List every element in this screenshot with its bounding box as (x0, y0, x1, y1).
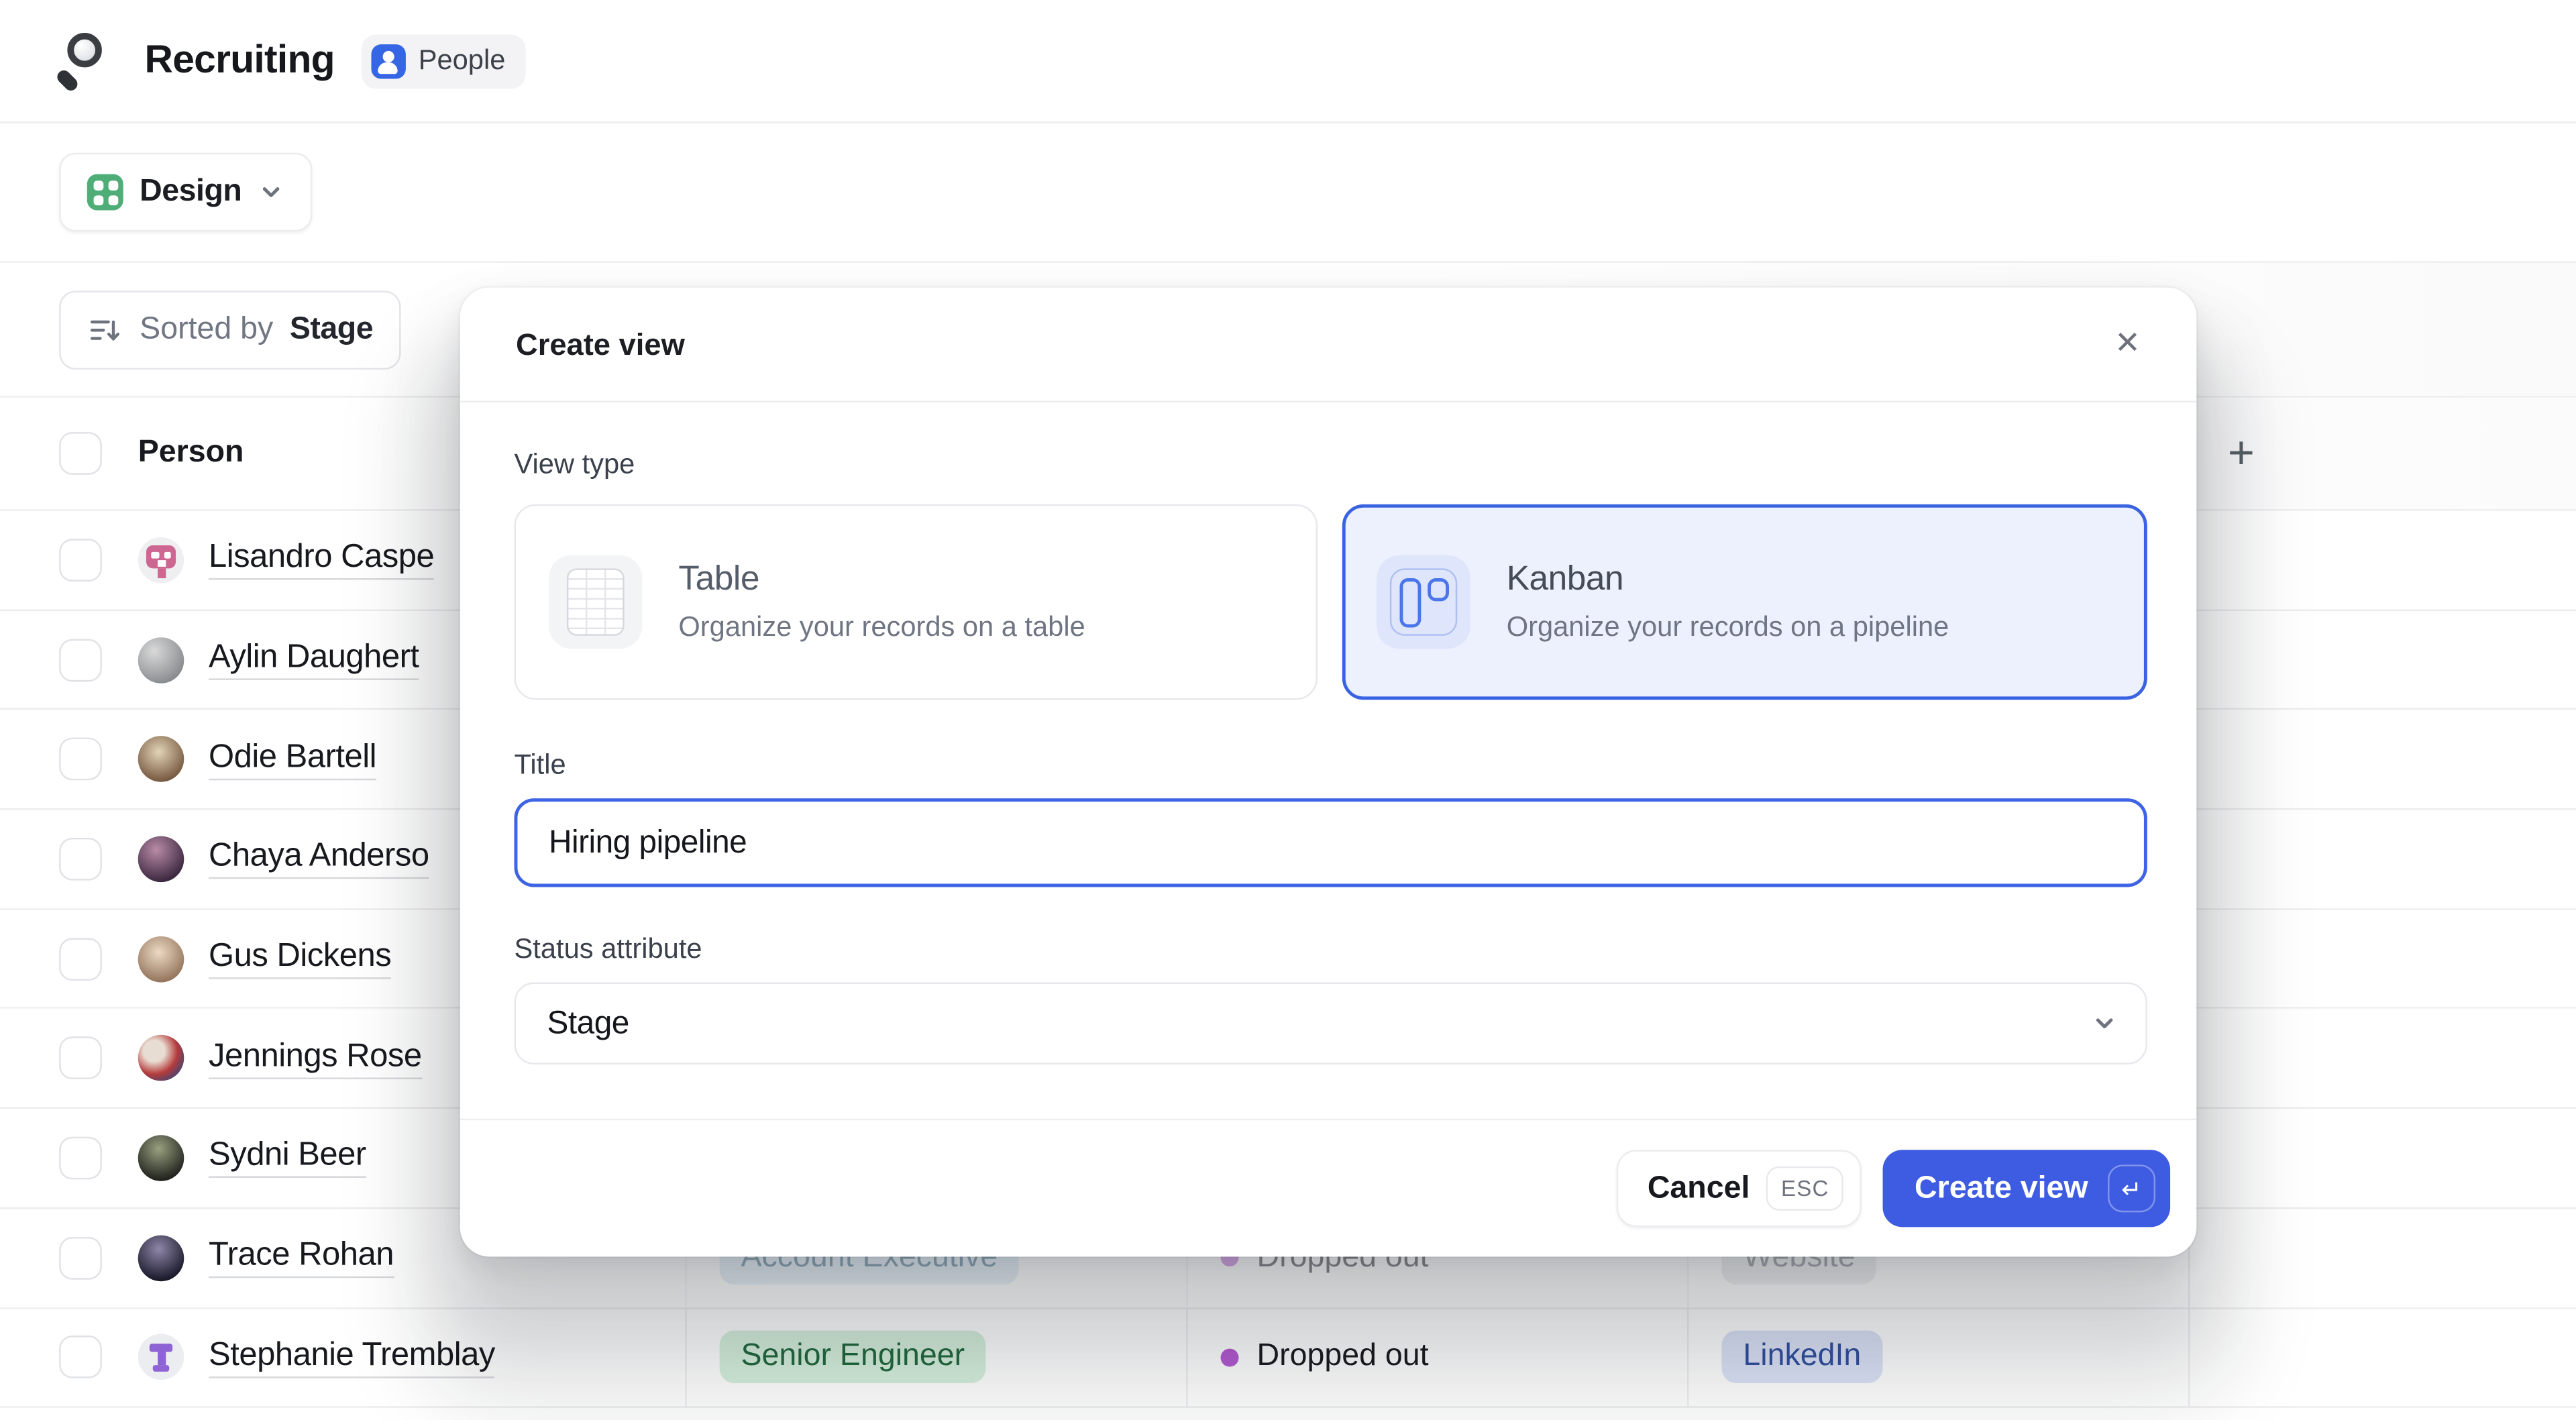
row-checkbox[interactable] (59, 1236, 102, 1279)
table-view-icon (549, 555, 643, 649)
person-name-link[interactable]: Sydni Beer (209, 1138, 366, 1179)
row-checkbox[interactable] (59, 937, 102, 980)
views-bar: Design (0, 123, 2576, 263)
person-name-link[interactable]: Stephanie Tremblay (209, 1337, 495, 1378)
stage-dot-icon (1221, 1348, 1239, 1366)
avatar (138, 637, 184, 683)
status-attribute-value: Stage (547, 1005, 2092, 1042)
view-title-input[interactable] (515, 798, 2147, 887)
sorted-by-value: Stage (290, 311, 373, 347)
kanban-view-icon (1377, 555, 1470, 649)
stage-value: Dropped out (1256, 1340, 1428, 1376)
page-title: Recruiting (145, 38, 335, 84)
source-badge: LinkedIn (1722, 1331, 1883, 1384)
avatar (138, 1036, 184, 1082)
chevron-down-icon (258, 179, 284, 205)
add-column-button[interactable]: + (2228, 431, 2255, 477)
magnifier-emoji-icon (56, 32, 115, 91)
avatar (138, 537, 184, 583)
modal-header: Create view ✕ (460, 288, 2197, 402)
person-name-link[interactable]: Jennings Rose (209, 1038, 422, 1079)
object-badge-people[interactable]: People (361, 34, 525, 88)
object-badge-label: People (419, 44, 506, 77)
avatar (138, 736, 184, 783)
avatar (138, 836, 184, 882)
close-icon[interactable]: ✕ (2114, 329, 2141, 360)
row-checkbox[interactable] (59, 539, 102, 582)
source-cell: LinkedIn (1687, 1309, 2188, 1407)
person-name-link[interactable]: Gus Dickens (209, 938, 391, 979)
row-checkbox[interactable] (59, 838, 102, 881)
person-name-link[interactable]: Chaya Anderso (209, 838, 429, 879)
select-all-checkbox[interactable] (59, 432, 102, 475)
person-name-link[interactable]: Lisandro Caspe (209, 539, 434, 580)
person-icon (371, 44, 405, 78)
avatar (138, 1235, 184, 1281)
person-name-link[interactable]: Odie Bartell (209, 739, 376, 779)
view-tab-design[interactable]: Design (59, 153, 313, 232)
person-name-link[interactable]: Aylin Daughert (209, 639, 419, 680)
status-attribute-label: Status attribute (515, 933, 2147, 966)
status-attribute-select[interactable]: Stage (515, 982, 2147, 1064)
esc-key-hint: ESC (1766, 1166, 1844, 1211)
job-title-cell: Senior Engineer (685, 1309, 1186, 1407)
enter-key-hint: ↵ (2108, 1164, 2155, 1212)
app-window: Recruiting People Design Sorted by Stage… (0, 0, 2576, 1420)
create-view-modal: Create view ✕ View type Table Organize y… (460, 288, 2197, 1257)
title-field-label: Title (515, 749, 2147, 782)
row-checkbox[interactable] (59, 1336, 102, 1379)
option-description: Organize your records on a table (678, 611, 1085, 644)
cancel-label: Cancel (1648, 1170, 1750, 1207)
person-column-header: Person (138, 435, 244, 472)
option-description: Organize your records on a pipeline (1507, 611, 1949, 644)
sort-icon (87, 311, 123, 347)
job-title-badge: Senior Engineer (720, 1331, 986, 1384)
top-header: Recruiting People (0, 0, 2576, 123)
view-tab-label: Design (140, 174, 241, 211)
modal-title: Create view (516, 326, 2114, 362)
row-checkbox[interactable] (59, 738, 102, 781)
row-checkbox[interactable] (59, 639, 102, 681)
option-title: Kanban (1507, 560, 1949, 600)
row-checkbox[interactable] (59, 1137, 102, 1180)
stage-cell: Dropped out (1186, 1309, 1687, 1407)
table-row: Stephanie Tremblay Senior Engineer Dropped… (0, 1309, 2576, 1409)
grid-view-icon (87, 174, 123, 211)
avatar (138, 936, 184, 982)
view-type-option-table[interactable]: Table Organize your records on a table (515, 504, 1318, 700)
modal-body: View type Table Organize your records on… (460, 402, 2197, 1064)
option-title: Table (678, 560, 1085, 600)
create-view-label: Create view (1915, 1170, 2088, 1207)
avatar (138, 1334, 184, 1380)
column-divider (2188, 1309, 2190, 1407)
person-name-link[interactable]: Trace Rohan (209, 1237, 394, 1278)
row-checkbox[interactable] (59, 1037, 102, 1080)
view-type-option-kanban[interactable]: Kanban Organize your records on a pipeli… (1342, 504, 2147, 700)
modal-footer: Cancel ESC Create view ↵ (460, 1119, 2197, 1257)
chevron-down-icon (2092, 1010, 2118, 1036)
view-type-label: View type (515, 449, 2147, 482)
create-view-button[interactable]: Create view ↵ (1883, 1150, 2170, 1227)
sorted-by-label: Sorted by (140, 311, 273, 347)
cancel-button[interactable]: Cancel ESC (1616, 1150, 1862, 1227)
avatar (138, 1135, 184, 1181)
sorted-by-button[interactable]: Sorted by Stage (59, 290, 401, 369)
